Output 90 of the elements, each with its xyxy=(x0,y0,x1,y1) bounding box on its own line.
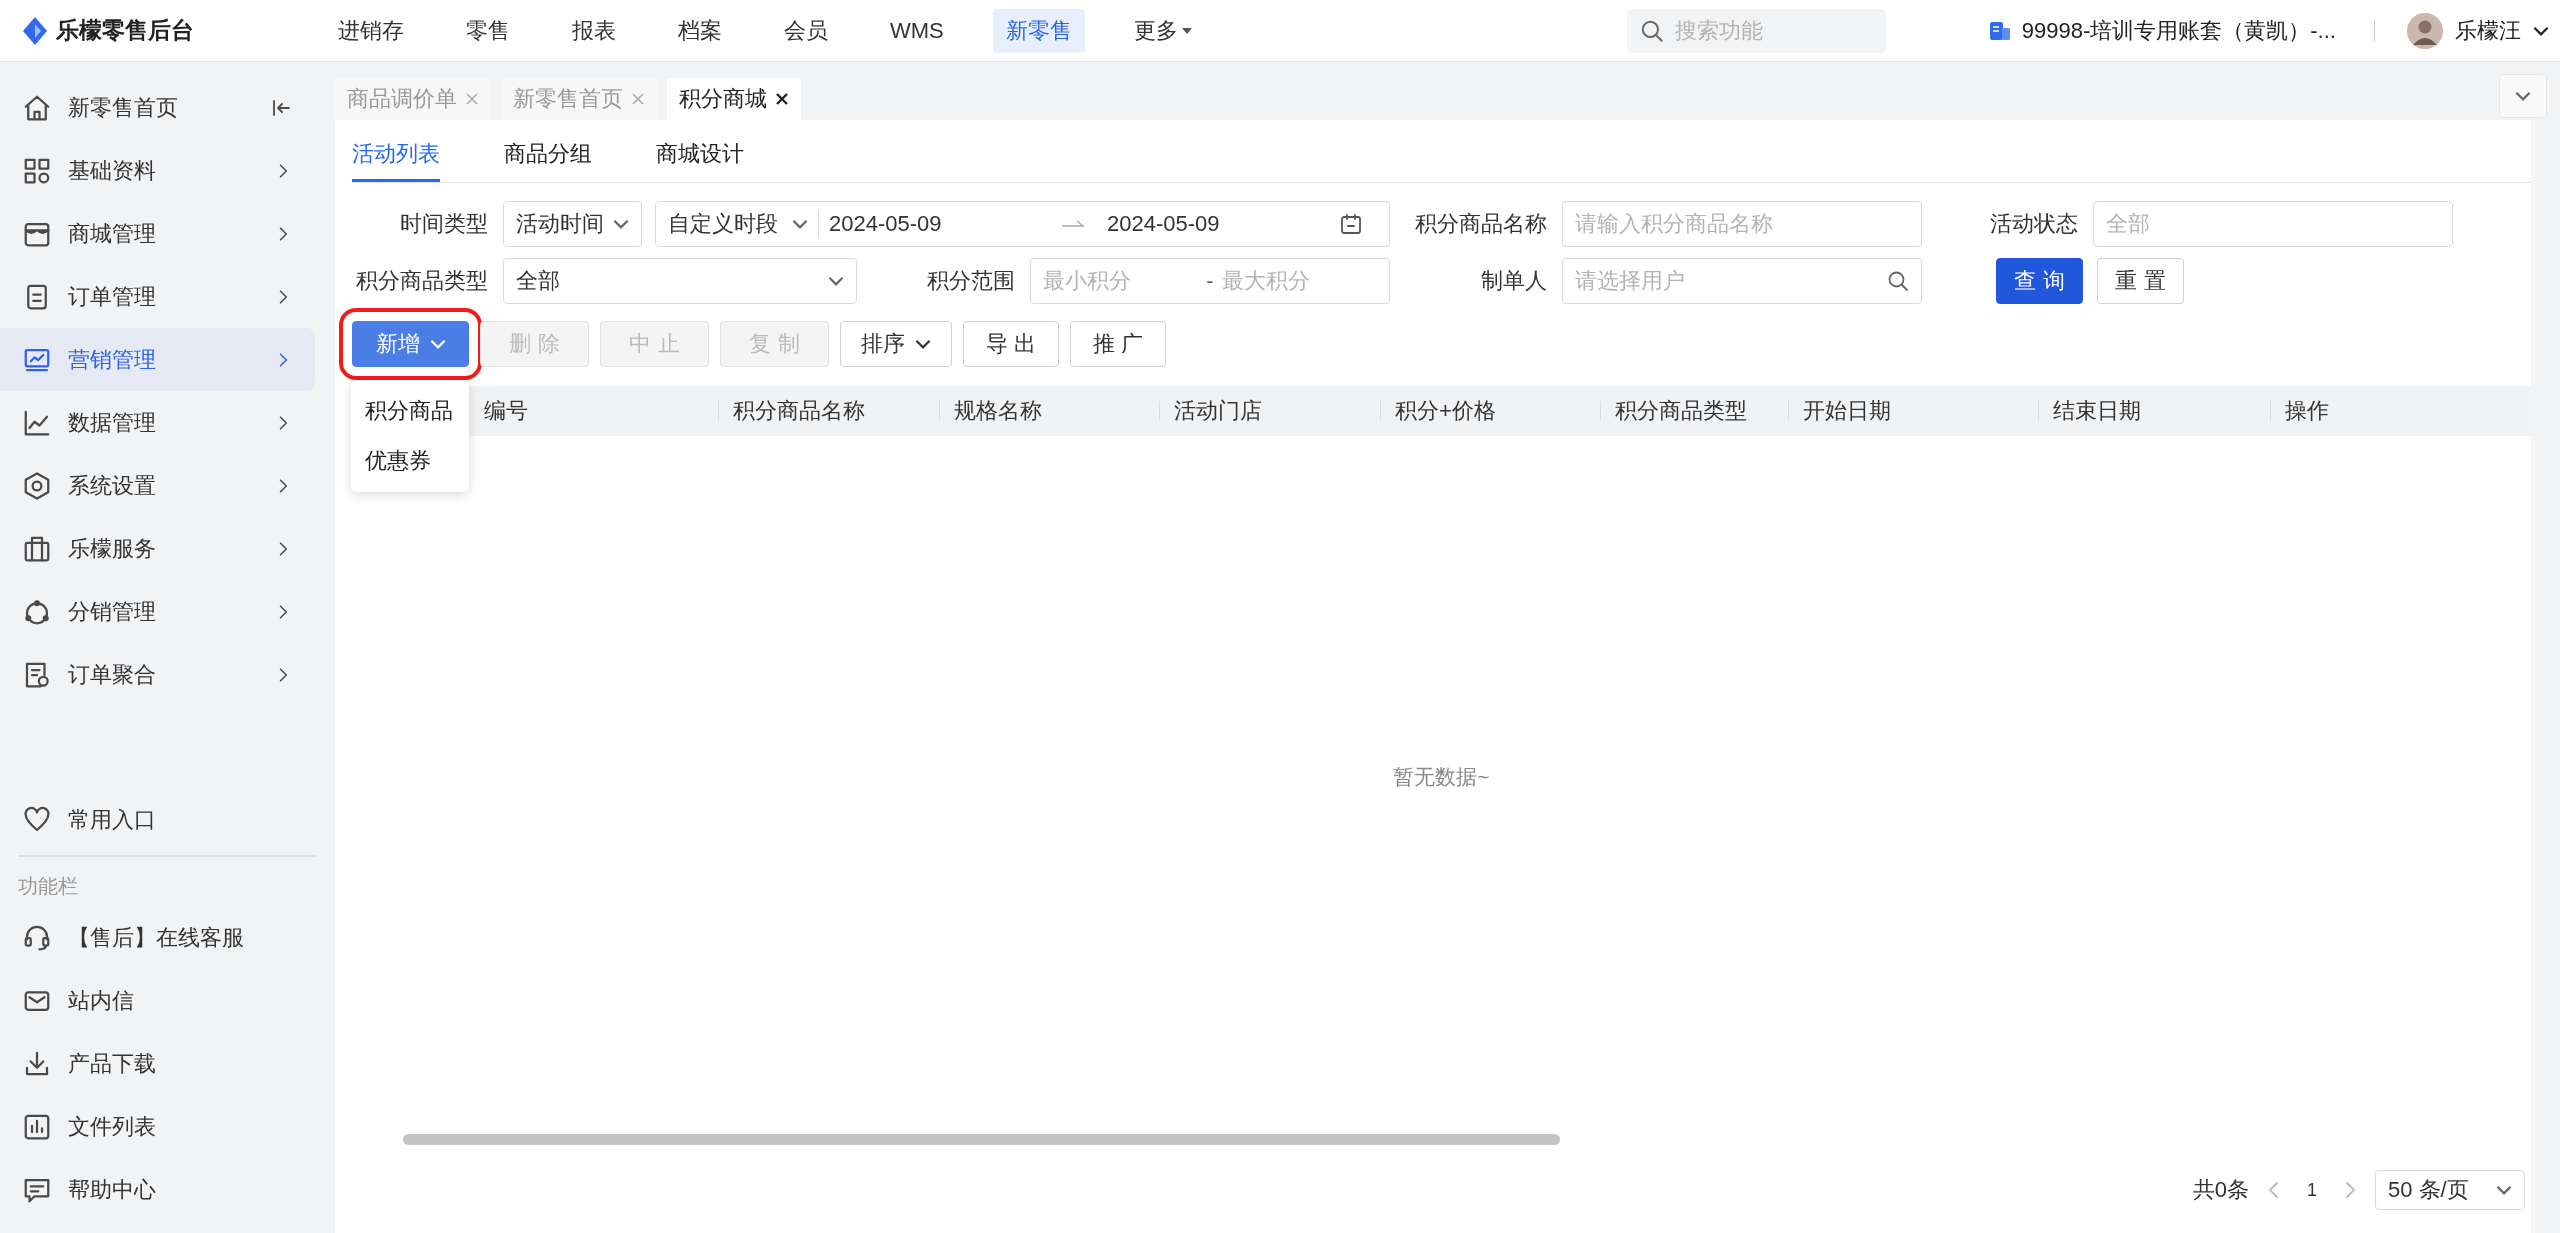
max-input[interactable]: 最大积分 xyxy=(1221,268,1377,294)
range-separator: - xyxy=(1206,268,1214,294)
nav-item[interactable]: WMS xyxy=(877,8,957,53)
sidebar-item[interactable]: 产品下载 xyxy=(0,1032,315,1095)
close-icon xyxy=(631,92,645,106)
account-name[interactable]: 99998-培训专用账套（黄凯）-... xyxy=(2021,15,2336,46)
caret-icon xyxy=(2515,91,2531,101)
tabs-menu-button[interactable] xyxy=(2499,74,2547,118)
page-size-select[interactable]: 50 条/页 xyxy=(2375,1170,2525,1210)
select-field[interactable]: 全部 xyxy=(503,258,857,304)
action-button[interactable]: 排序 xyxy=(840,321,952,367)
menu-item[interactable]: 优惠券 xyxy=(351,436,469,486)
scrollbar[interactable] xyxy=(403,1134,1560,1145)
column-header: 结束日期 xyxy=(2053,397,2141,425)
sidebar-item[interactable]: 基础资料 xyxy=(0,139,315,202)
empty-message: 暂无数据~ xyxy=(1393,763,1490,790)
nav-item[interactable]: 新零售 xyxy=(992,8,1085,53)
page-tab[interactable]: 积分商城 xyxy=(667,78,801,120)
action-button[interactable]: 推 广 xyxy=(1070,321,1166,367)
caret-icon xyxy=(828,276,844,286)
query-button[interactable]: 查 询 xyxy=(1996,258,2083,304)
settings-icon xyxy=(22,470,52,501)
column-header: 积分商品名称 xyxy=(733,397,865,425)
column-header: 编号 xyxy=(484,397,528,425)
column-header: 开始日期 xyxy=(1803,397,1891,425)
sidebar-item[interactable]: 常用入口 xyxy=(0,788,315,851)
tab[interactable]: 商品分组 xyxy=(504,139,592,182)
field-label: 积分商品类型 xyxy=(355,267,489,295)
field-label: 积分范围 xyxy=(926,267,1016,295)
sidebar-item[interactable]: 订单聚合 xyxy=(0,643,315,706)
column-header: 积分+价格 xyxy=(1395,397,1496,425)
time-type-select[interactable]: 活动时间 xyxy=(503,201,642,247)
search-icon xyxy=(1886,269,1910,293)
caret-icon xyxy=(792,219,808,229)
field-label: 积分商品名称 xyxy=(1414,210,1548,238)
reset-button[interactable]: 重 置 xyxy=(2097,258,2184,304)
caret-icon xyxy=(2532,25,2549,36)
field-label: 时间类型 xyxy=(399,210,489,238)
caret-icon xyxy=(429,339,446,349)
start-date[interactable]: 2024-05-09 xyxy=(829,211,1051,237)
nav-item[interactable]: 报表 xyxy=(559,8,629,53)
page-number[interactable]: 1 xyxy=(2299,1179,2325,1201)
range-field[interactable]: 最小积分 - 最大积分 xyxy=(1030,258,1390,304)
calendar-icon xyxy=(1339,212,1363,236)
sidebar-item[interactable]: 站内信 xyxy=(0,969,315,1032)
user-name[interactable]: 乐檬汪 xyxy=(2454,15,2521,46)
date-range-field[interactable]: 自定义时段 2024-05-09 2024-05-09 xyxy=(655,201,1390,247)
nav-item[interactable]: 更多 xyxy=(1120,8,1207,53)
logo-icon xyxy=(22,15,48,46)
action-button[interactable]: 导 出 xyxy=(963,321,1059,367)
sidebar-item[interactable]: 帮助中心 xyxy=(0,1158,315,1221)
sidebar-item[interactable]: 新零售首页 xyxy=(0,76,315,139)
user-search-field[interactable]: 请选择用户 xyxy=(1562,258,1922,304)
text-input[interactable]: 请输入积分商品名称 xyxy=(1562,201,1922,247)
nav-item[interactable]: 零售 xyxy=(453,8,523,53)
min-input[interactable]: 最小积分 xyxy=(1043,268,1199,294)
close-icon xyxy=(465,92,479,106)
field-label: 活动状态 xyxy=(1989,210,2079,238)
sidebar-item[interactable]: 乐檬服务 xyxy=(0,517,315,580)
sidebar-item[interactable]: 文件列表 xyxy=(0,1095,315,1158)
caret-icon xyxy=(613,219,629,229)
nav-item[interactable]: 进销存 xyxy=(325,8,417,53)
tab[interactable]: 商城设计 xyxy=(656,139,744,182)
end-date[interactable]: 2024-05-09 xyxy=(1107,211,1329,237)
sidebar-item[interactable]: 商城管理 xyxy=(0,202,315,265)
column-header: 操作 xyxy=(2285,397,2329,425)
caret-icon xyxy=(915,339,931,349)
range-mode-select[interactable]: 自定义时段 xyxy=(668,209,808,239)
search-field[interactable]: 搜索功能 xyxy=(1626,8,1886,53)
field-label: 制单人 xyxy=(1480,267,1548,295)
sidebar-item[interactable]: 分销管理 xyxy=(0,580,315,643)
sidebar-item[interactable]: 营销管理 xyxy=(0,328,315,391)
close-icon xyxy=(775,92,789,106)
nav-item[interactable]: 档案 xyxy=(665,8,735,53)
section-title: 功能栏 xyxy=(17,874,79,899)
total-count: 共0条 xyxy=(2192,1176,2249,1204)
column-header: 规格名称 xyxy=(954,397,1042,425)
sidebar-item[interactable]: 【售后】在线客服 xyxy=(0,906,315,969)
avatar xyxy=(2406,12,2443,49)
column-header: 活动门店 xyxy=(1174,397,1262,425)
sidebar-item[interactable]: 系统设置 xyxy=(0,454,315,517)
column-header: 积分商品类型 xyxy=(1615,397,1747,425)
caret-icon xyxy=(2496,1185,2512,1195)
text-input[interactable]: 全部 xyxy=(2093,201,2453,247)
app-title: 乐檬零售后台 xyxy=(56,16,194,45)
sidebar-item[interactable]: 数据管理 xyxy=(0,391,315,454)
menu-item[interactable]: 积分商品 xyxy=(351,386,469,436)
nav-item[interactable]: 会员 xyxy=(771,8,841,53)
tab[interactable]: 活动列表 xyxy=(352,139,440,182)
sidebar-item[interactable]: 订单管理 xyxy=(0,265,315,328)
